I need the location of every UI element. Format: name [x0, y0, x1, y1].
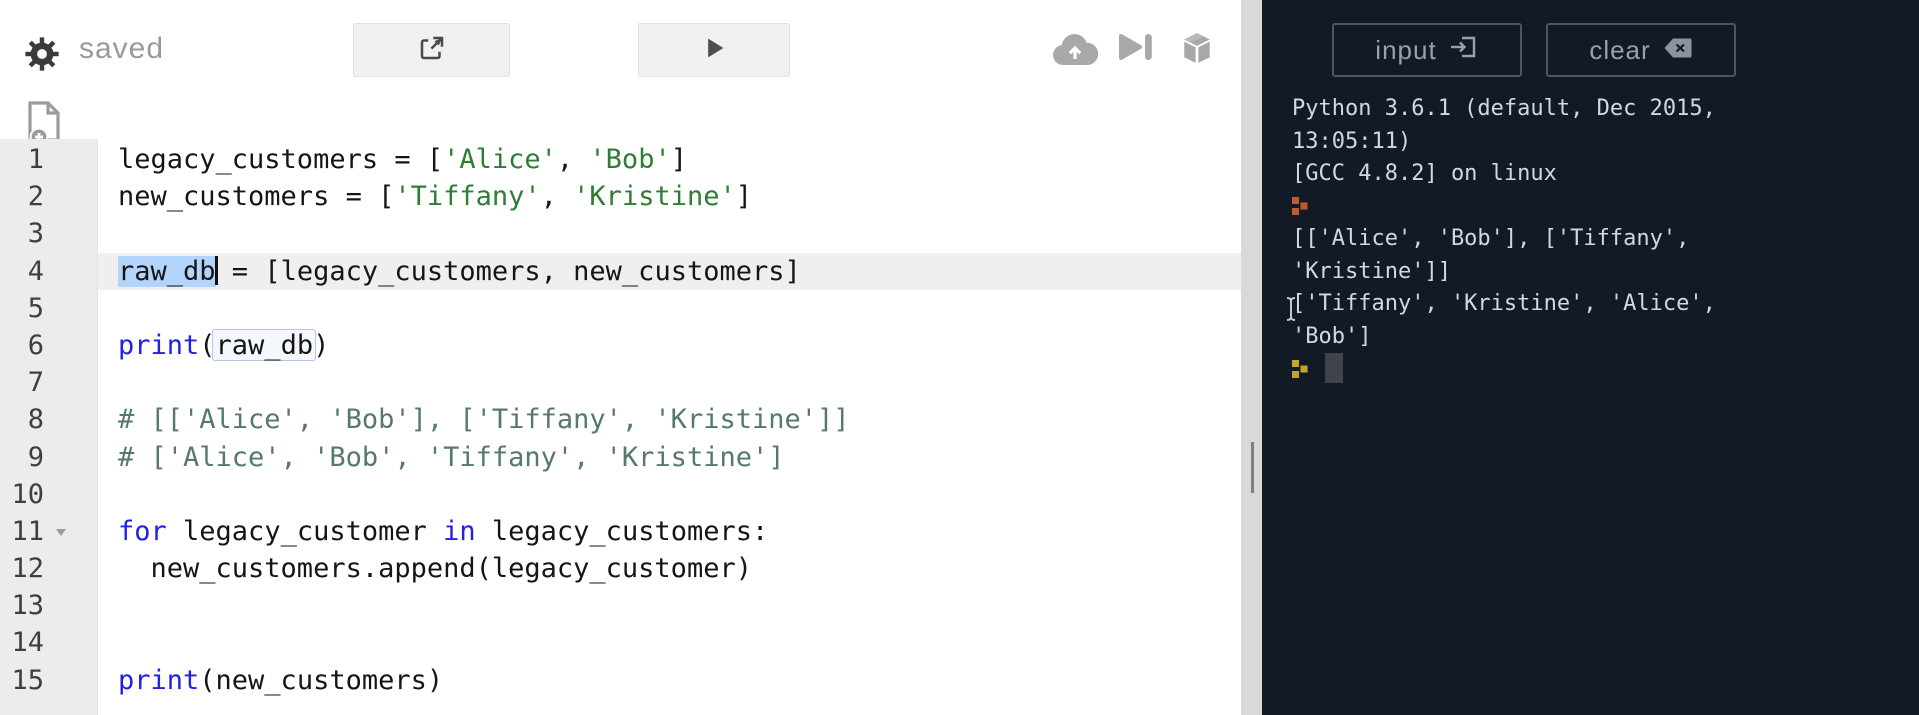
console-prompt-line [1292, 353, 1909, 386]
console-pane: input clear Python 3.6.1 (default, Dec 2… [1262, 0, 1919, 715]
console-line: 'Kristine']] [1292, 258, 1451, 284]
line-number: 12 [11, 553, 44, 585]
step-forward-icon[interactable] [1116, 32, 1162, 67]
code-line-active[interactable]: 4 raw_db = [legacy_customers, new_custome… [0, 252, 1241, 290]
share-button[interactable] [353, 23, 510, 77]
line-number: 5 [27, 292, 44, 324]
share-icon [417, 33, 447, 68]
prompt-chevron-icon [1292, 196, 1308, 215]
code-line[interactable]: 10 [0, 476, 1241, 513]
gear-icon[interactable] [23, 35, 61, 73]
run-button[interactable] [638, 23, 790, 77]
editor-pane: saved 1 legacy_customers = ['Alice', 'Bo… [0, 0, 1241, 715]
console-line: 13:05:11) [1292, 128, 1412, 154]
code-line[interactable]: 11 for legacy_customer in legacy_customer… [0, 513, 1241, 550]
code-line[interactable]: 7 [0, 364, 1241, 401]
prompt-chevron-icon [1292, 360, 1308, 378]
backspace-icon [1663, 35, 1693, 66]
line-number: 7 [27, 367, 44, 399]
code-line[interactable]: 8 # [['Alice', 'Bob'], ['Tiffany', 'Krist… [0, 401, 1241, 438]
enter-input-icon [1449, 34, 1479, 67]
cloud-upload-icon[interactable] [1052, 34, 1099, 71]
clear-button-label: clear [1589, 34, 1651, 65]
line-number: 3 [27, 218, 44, 250]
line-number: 14 [11, 627, 44, 659]
line-number: 4 [27, 255, 44, 287]
code-editor[interactable]: 1 legacy_customers = ['Alice', 'Bob'] 2 ne… [0, 141, 1241, 699]
selected-text: raw_db [118, 255, 216, 287]
repl-app: saved 1 legacy_customers = ['Alice', 'Bo… [0, 0, 1919, 715]
line-number: 6 [27, 329, 44, 361]
terminal-block-cursor [1325, 353, 1343, 383]
console-line: ['Tiffany', 'Kristine', 'Alice', [1292, 291, 1716, 316]
line-number: 15 [11, 664, 44, 696]
code-line[interactable]: 13 [0, 587, 1241, 624]
console-output: Python 3.6.1 (default, Dec 2015, 13:05:1… [1292, 93, 1909, 386]
console-line: 'Bob'] [1292, 323, 1372, 349]
console-input-button[interactable]: input [1332, 23, 1522, 77]
console-line: [GCC 4.8.2] on linux [1292, 161, 1557, 186]
line-number: 11 [11, 515, 44, 547]
line-number: 8 [27, 404, 44, 436]
divider-grip[interactable] [1251, 442, 1254, 493]
code-line[interactable]: 12 new_customers.append(legacy_customer) [0, 550, 1241, 587]
ibeam-mouse-cursor [1284, 296, 1298, 327]
input-button-label: input [1375, 34, 1437, 65]
line-number: 13 [11, 590, 44, 622]
code-line[interactable]: 15 print(new_customers) [0, 662, 1241, 699]
run-play-icon [700, 34, 728, 67]
line-number: 2 [27, 181, 44, 213]
console-line: [['Alice', 'Bob'], ['Tiffany', [1292, 226, 1690, 251]
line-number: 1 [27, 144, 44, 175]
console-prompt-line [1292, 191, 1909, 224]
console-line: Python 3.6.1 (default, Dec 2015, [1292, 96, 1716, 121]
package-cube-icon[interactable] [1180, 31, 1214, 70]
console-clear-button[interactable]: clear [1546, 23, 1736, 77]
code-line[interactable]: 3 [0, 215, 1241, 252]
line-number: 9 [27, 441, 44, 473]
code-line[interactable]: 9 # ['Alice', 'Bob', 'Tiffany', 'Kristine… [0, 439, 1241, 476]
code-line[interactable]: 14 [0, 624, 1241, 661]
code-line[interactable]: 1 legacy_customers = ['Alice', 'Bob'] [0, 141, 1241, 178]
pane-resize-divider[interactable] [1241, 0, 1262, 715]
fold-arrow-icon[interactable] [56, 528, 66, 536]
save-status-label: saved [79, 32, 165, 65]
code-line[interactable]: 2 new_customers = ['Tiffany', 'Kristine'] [0, 178, 1241, 215]
code-line[interactable]: 5 [0, 290, 1241, 327]
line-number: 10 [11, 478, 44, 510]
occurrence-highlight: raw_db [215, 329, 314, 361]
code-line[interactable]: 6 print(raw_db) [0, 327, 1241, 364]
text-caret [214, 255, 218, 285]
